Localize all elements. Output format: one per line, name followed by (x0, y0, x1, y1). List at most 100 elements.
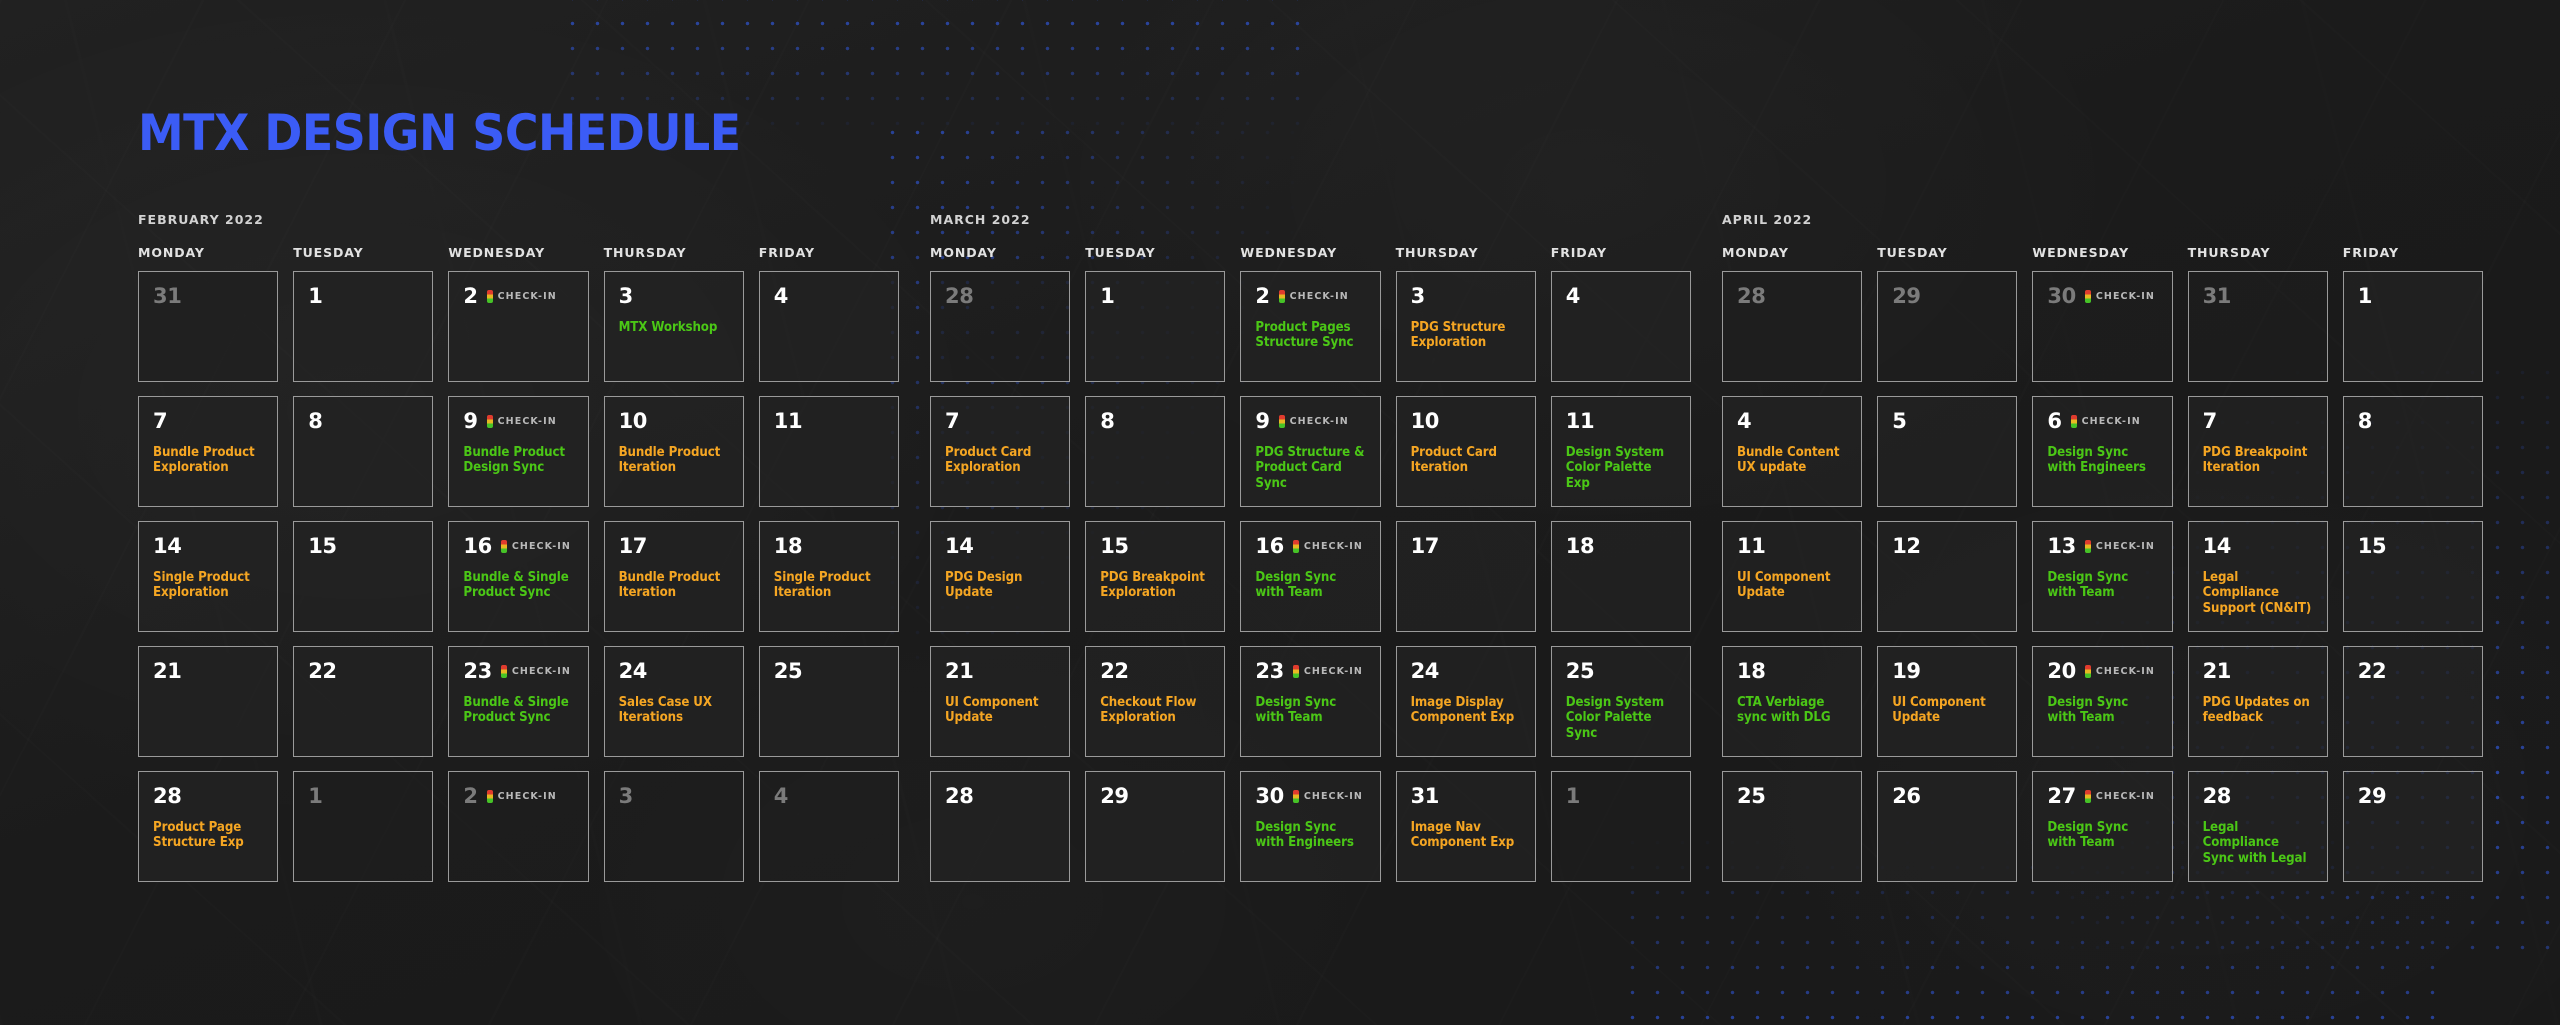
calendar-day-cell[interactable]: 30 CHECK-IN Design Sync with Engineers (1240, 771, 1381, 882)
day-event-label[interactable]: CTA Verbiage sync with DLG (1737, 695, 1848, 726)
calendar-day-cell[interactable]: 18 CTA Verbiage sync with DLG (1722, 646, 1863, 757)
calendar-day-cell[interactable]: 28 Product Page Structure Exp (138, 771, 279, 882)
calendar-day-cell[interactable]: 31 Image Nav Component Exp (1395, 771, 1536, 882)
calendar-day-cell[interactable]: 1 (1085, 271, 1226, 382)
day-event-label[interactable]: Sales Case UX Iterations (619, 695, 730, 726)
calendar-day-cell[interactable]: 22 Checkout Flow Exploration (1085, 646, 1226, 757)
calendar-day-cell[interactable]: 14 Single Product Exploration (138, 521, 279, 632)
calendar-day-cell[interactable]: 19 UI Component Update (1877, 646, 2018, 757)
check-in-badge[interactable]: CHECK-IN (2084, 790, 2155, 803)
calendar-day-cell[interactable]: 1 (2342, 271, 2483, 382)
calendar-day-cell[interactable]: 9 CHECK-IN PDG Structure & Product Card Sy… (1240, 396, 1381, 507)
day-event-label[interactable]: Image Nav Component Exp (1411, 820, 1522, 851)
calendar-day-cell[interactable]: 18 Single Product Iteration (758, 521, 899, 632)
calendar-day-cell[interactable]: 23 CHECK-IN Bundle & Single Product Sync (448, 646, 589, 757)
day-event-label[interactable]: Design Sync with Team (2047, 695, 2158, 726)
calendar-day-cell[interactable]: 24 Image Display Component Exp (1395, 646, 1536, 757)
calendar-day-cell[interactable]: 17 (1395, 521, 1536, 632)
day-event-label[interactable]: Product Page Structure Exp (153, 820, 264, 851)
day-event-label[interactable]: Design Sync with Team (2047, 570, 2158, 601)
calendar-day-cell[interactable]: 10 Product Card Iteration (1395, 396, 1536, 507)
calendar-day-cell[interactable]: 7 PDG Breakpoint Iteration (2187, 396, 2328, 507)
calendar-day-cell[interactable]: 5 (1877, 396, 2018, 507)
day-event-label[interactable]: UI Component Update (1737, 570, 1848, 601)
calendar-day-cell[interactable]: 29 (1877, 271, 2018, 382)
day-event-label[interactable]: Design System Color Palette Exp (1566, 445, 1677, 491)
day-event-label[interactable]: Bundle & Single Product Sync (463, 570, 574, 601)
calendar-day-cell[interactable]: 3 PDG Structure Exploration (1395, 271, 1536, 382)
check-in-badge[interactable]: CHECK-IN (500, 665, 571, 678)
day-event-label[interactable]: PDG Design Update (945, 570, 1056, 601)
calendar-day-cell[interactable]: 1 (293, 771, 434, 882)
check-in-badge[interactable]: CHECK-IN (2084, 540, 2155, 553)
day-event-label[interactable]: Single Product Iteration (774, 570, 885, 601)
check-in-badge[interactable]: CHECK-IN (1292, 540, 1363, 553)
calendar-day-cell[interactable]: 2 CHECK-IN (448, 271, 589, 382)
calendar-day-cell[interactable]: 13 CHECK-IN Design Sync with Team (2032, 521, 2173, 632)
calendar-day-cell[interactable]: 20 CHECK-IN Design Sync with Team (2032, 646, 2173, 757)
calendar-day-cell[interactable]: 28 (930, 271, 1071, 382)
day-event-label[interactable]: Design Sync with Team (2047, 820, 2158, 851)
day-event-label[interactable]: PDG Structure Exploration (1411, 320, 1522, 351)
day-event-label[interactable]: PDG Structure & Product Card Sync (1255, 445, 1366, 491)
calendar-day-cell[interactable]: 27 CHECK-IN Design Sync with Team (2032, 771, 2173, 882)
calendar-day-cell[interactable]: 10 Bundle Product Iteration (603, 396, 744, 507)
day-event-label[interactable]: Single Product Exploration (153, 570, 264, 601)
check-in-badge[interactable]: CHECK-IN (500, 540, 571, 553)
check-in-badge[interactable]: CHECK-IN (2070, 415, 2141, 428)
check-in-badge[interactable]: CHECK-IN (486, 790, 557, 803)
calendar-day-cell[interactable]: 12 (1877, 521, 2018, 632)
calendar-day-cell[interactable]: 11 UI Component Update (1722, 521, 1863, 632)
calendar-day-cell[interactable]: 23 CHECK-IN Design Sync with Team (1240, 646, 1381, 757)
calendar-day-cell[interactable]: 25 Design System Color Palette Sync (1550, 646, 1691, 757)
calendar-day-cell[interactable]: 24 Sales Case UX Iterations (603, 646, 744, 757)
day-event-label[interactable]: PDG Breakpoint Iteration (2203, 445, 2314, 476)
day-event-label[interactable]: Bundle Product Design Sync (463, 445, 574, 476)
calendar-day-cell[interactable]: 15 PDG Breakpoint Exploration (1085, 521, 1226, 632)
day-event-label[interactable]: Bundle Product Exploration (153, 445, 264, 476)
calendar-day-cell[interactable]: 3 (603, 771, 744, 882)
check-in-badge[interactable]: CHECK-IN (2084, 290, 2155, 303)
check-in-badge[interactable]: CHECK-IN (1292, 665, 1363, 678)
calendar-day-cell[interactable]: 16 CHECK-IN Bundle & Single Product Sync (448, 521, 589, 632)
calendar-day-cell[interactable]: 22 (2342, 646, 2483, 757)
calendar-day-cell[interactable]: 22 (293, 646, 434, 757)
calendar-day-cell[interactable]: 21 PDG Updates on feedback (2187, 646, 2328, 757)
check-in-badge[interactable]: CHECK-IN (1292, 790, 1363, 803)
calendar-day-cell[interactable]: 1 (293, 271, 434, 382)
day-event-label[interactable]: MTX Workshop (619, 320, 730, 335)
check-in-badge[interactable]: CHECK-IN (486, 415, 557, 428)
day-event-label[interactable]: Bundle Product Iteration (619, 570, 730, 601)
calendar-day-cell[interactable]: 8 (1085, 396, 1226, 507)
day-event-label[interactable]: Legal Compliance Support (CN&IT) (2203, 570, 2314, 616)
calendar-day-cell[interactable]: 17 Bundle Product Iteration (603, 521, 744, 632)
calendar-day-cell[interactable]: 29 (2342, 771, 2483, 882)
calendar-day-cell[interactable]: 4 (758, 771, 899, 882)
day-event-label[interactable]: Product Card Exploration (945, 445, 1056, 476)
calendar-day-cell[interactable]: 21 UI Component Update (930, 646, 1071, 757)
calendar-day-cell[interactable]: 11 (758, 396, 899, 507)
calendar-day-cell[interactable]: 6 CHECK-IN Design Sync with Engineers (2032, 396, 2173, 507)
calendar-day-cell[interactable]: 14 PDG Design Update (930, 521, 1071, 632)
calendar-day-cell[interactable]: 7 Bundle Product Exploration (138, 396, 279, 507)
day-event-label[interactable]: Design Sync with Engineers (1255, 820, 1366, 851)
calendar-day-cell[interactable]: 9 CHECK-IN Bundle Product Design Sync (448, 396, 589, 507)
calendar-day-cell[interactable]: 31 (138, 271, 279, 382)
day-event-label[interactable]: UI Component Update (945, 695, 1056, 726)
day-event-label[interactable]: Bundle Content UX update (1737, 445, 1848, 476)
check-in-badge[interactable]: CHECK-IN (1278, 415, 1349, 428)
day-event-label[interactable]: Checkout Flow Exploration (1100, 695, 1211, 726)
calendar-day-cell[interactable]: 25 (758, 646, 899, 757)
calendar-day-cell[interactable]: 8 (2342, 396, 2483, 507)
calendar-day-cell[interactable]: 14 Legal Compliance Support (CN&IT) (2187, 521, 2328, 632)
calendar-day-cell[interactable]: 31 (2187, 271, 2328, 382)
check-in-badge[interactable]: CHECK-IN (1278, 290, 1349, 303)
calendar-day-cell[interactable]: 4 (1550, 271, 1691, 382)
day-event-label[interactable]: Design Sync with Engineers (2047, 445, 2158, 476)
calendar-day-cell[interactable]: 11 Design System Color Palette Exp (1550, 396, 1691, 507)
calendar-day-cell[interactable]: 7 Product Card Exploration (930, 396, 1071, 507)
day-event-label[interactable]: Design Sync with Team (1255, 695, 1366, 726)
calendar-day-cell[interactable]: 29 (1085, 771, 1226, 882)
day-event-label[interactable]: Product Pages Structure Sync (1255, 320, 1366, 351)
day-event-label[interactable]: Image Display Component Exp (1411, 695, 1522, 726)
